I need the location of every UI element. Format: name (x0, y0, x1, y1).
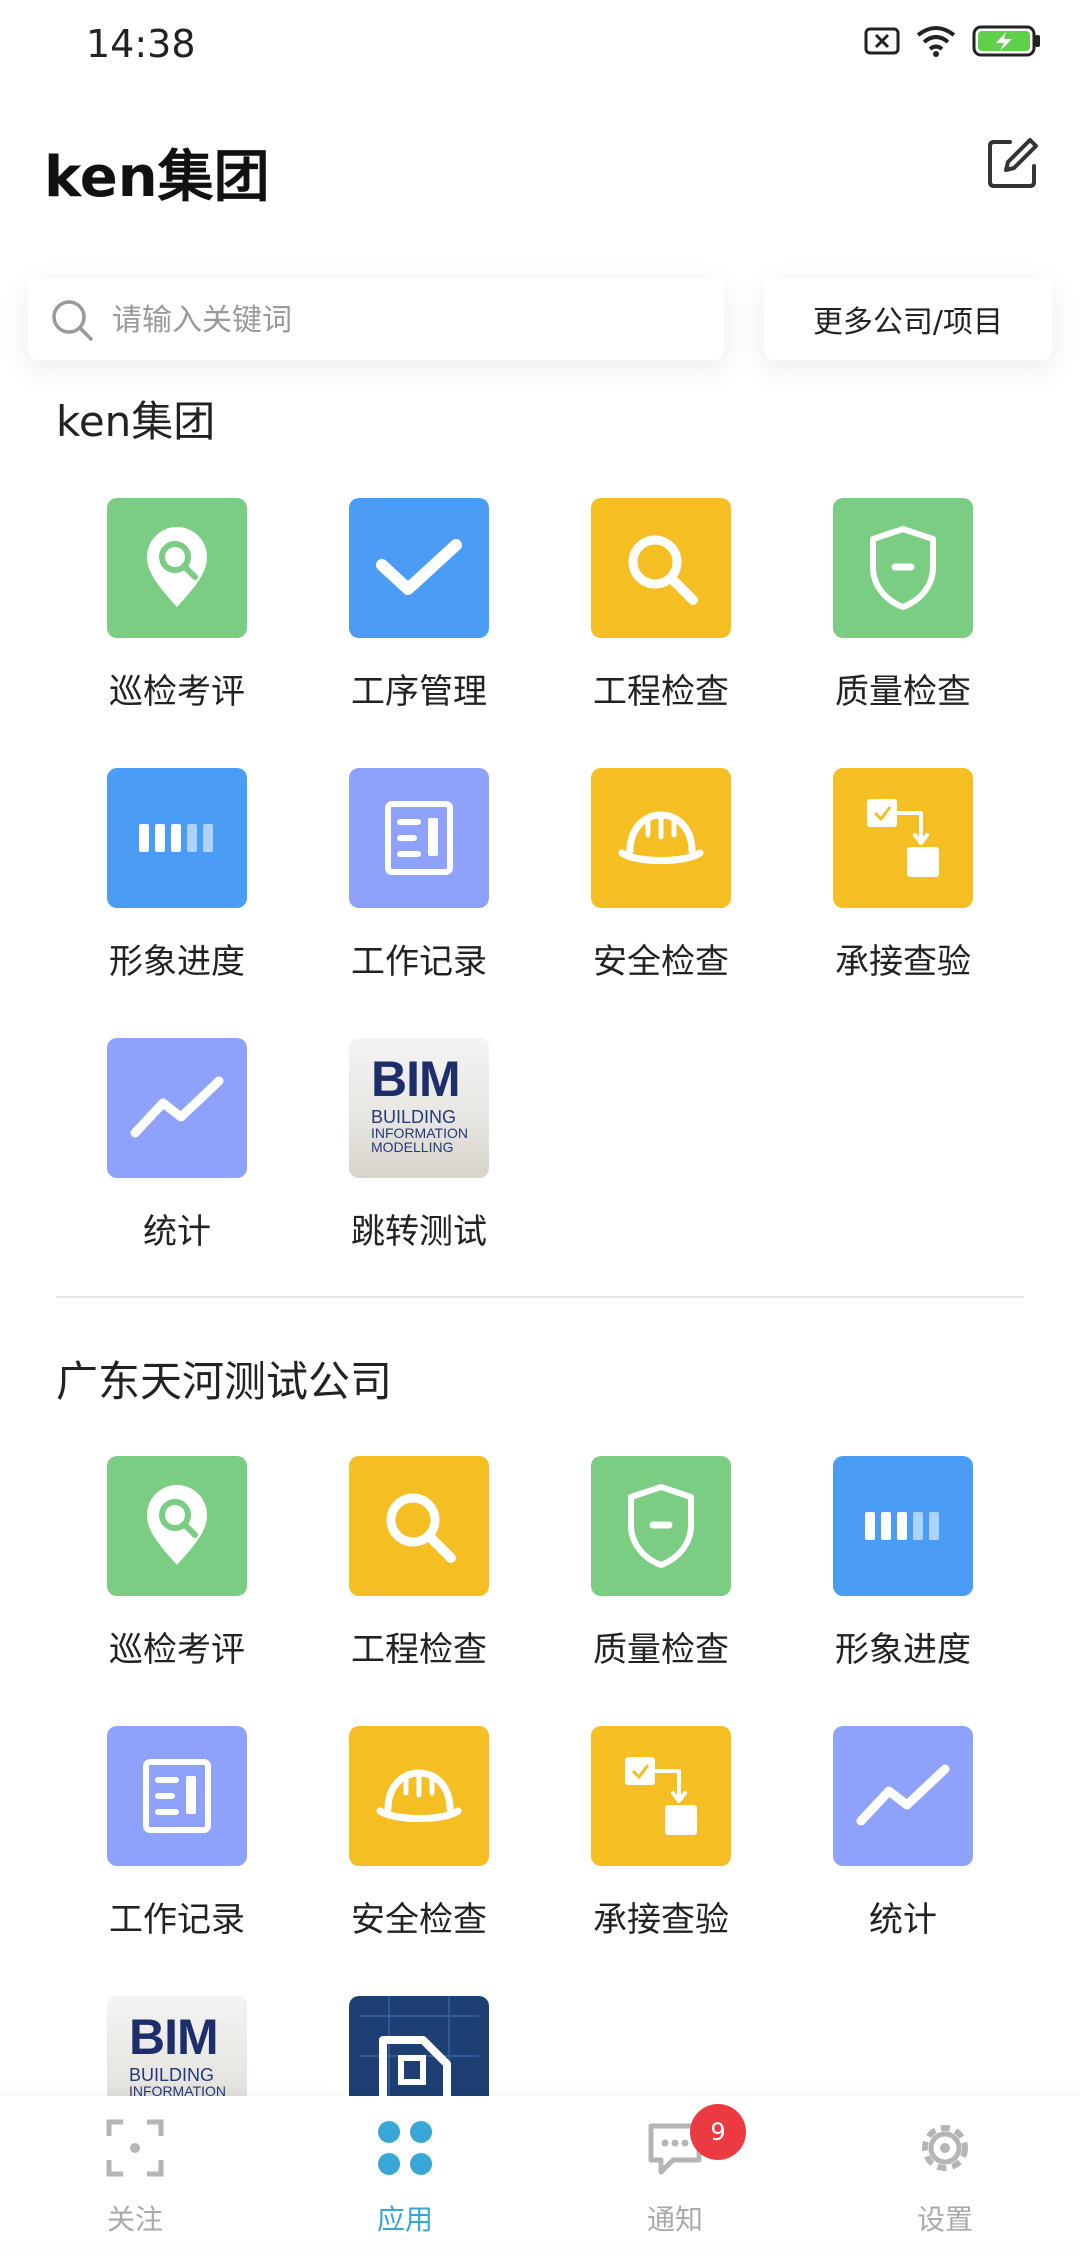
app-label: 形象进度 (109, 942, 245, 982)
notebook-icon (107, 1726, 247, 1866)
shield-icon (833, 498, 973, 638)
bim-title: BIM (371, 1051, 461, 1107)
bim-line1: BUILDING (129, 2065, 215, 2085)
more-companies-button[interactable]: 更多公司/项目 (764, 278, 1052, 360)
helmet-icon (591, 768, 731, 908)
tab-label: 关注 (106, 2203, 163, 2236)
app-label: 质量检查 (835, 672, 971, 712)
app-bar: ken集团 (0, 90, 1080, 240)
section-title: ken集团 (56, 397, 216, 446)
location-pin-icon (107, 1456, 247, 1596)
app-item[interactable]: 质量检查 (540, 1456, 782, 1726)
tab-settings[interactable]: 设置 (810, 2096, 1080, 2244)
status-icons (864, 24, 1042, 58)
bim-title: BIM (129, 2009, 219, 2065)
sim-error-icon (864, 27, 900, 55)
app-item[interactable]: 承接查验 (782, 768, 1024, 1038)
tab-label: 设置 (916, 2203, 973, 2236)
bim-line1: BUILDING (371, 1107, 457, 1127)
focus-icon (105, 2118, 165, 2178)
search-icon (591, 498, 731, 638)
battery-charging-icon (972, 25, 1040, 57)
app-item[interactable]: 安全检查 (298, 1726, 540, 1996)
app-item[interactable]: 巡检考评 (56, 1456, 298, 1726)
app-label: 巡检考评 (109, 672, 245, 712)
notebook-icon (349, 768, 489, 908)
shield-icon (591, 1456, 731, 1596)
app-item[interactable]: 工作记录 (298, 768, 540, 1038)
app-label: 质量检查 (593, 1630, 729, 1670)
search-input[interactable] (110, 278, 704, 362)
search-icon (52, 300, 93, 341)
edit-button[interactable] (984, 134, 1042, 192)
search-row: 更多公司/项目 (0, 278, 1080, 362)
bottom-tab-bar: 关注 应用 9 通知 设置 (0, 2096, 1080, 2244)
wifi-icon (916, 26, 956, 57)
edit-icon (988, 138, 1038, 188)
app-label: 统计 (869, 1900, 937, 1940)
app-item[interactable]: 形象进度 (782, 1456, 1024, 1726)
app-item[interactable]: 工作记录 (56, 1726, 298, 1996)
app-item[interactable]: 质量检查 (782, 498, 1024, 768)
bim-line3: MODELLING (371, 1139, 454, 1155)
app-item[interactable]: 承接查验 (540, 1726, 782, 1996)
app-label: 跳转测试 (351, 1212, 487, 1252)
app-label: 工作记录 (351, 942, 487, 982)
checkmark-icon (349, 498, 489, 638)
search-box[interactable] (28, 278, 724, 362)
flow-icon (591, 1726, 731, 1866)
tab-label: 应用 (376, 2203, 433, 2236)
tab-label: 通知 (646, 2203, 703, 2236)
page-title: ken集团 (44, 145, 270, 210)
progress-bars-icon (833, 1456, 973, 1596)
progress-bars-icon (107, 768, 247, 908)
app-item[interactable]: 工序管理 (298, 498, 540, 768)
tab-follow[interactable]: 关注 (0, 2096, 270, 2244)
app-grid: 巡检考评 工序管理 工程检查 质量检查形象进度 工作记录 安全检查 承接查验统计 BIM BUI… (56, 498, 1024, 1308)
helmet-icon (349, 1726, 489, 1866)
section-title: 广东天河测试公司 (56, 1357, 393, 1406)
app-label: 统计 (143, 1212, 211, 1252)
app-label: 形象进度 (835, 1630, 971, 1670)
bim-image: BIMBUILDINGINFORMATIONMODELLING (349, 1038, 489, 1178)
app-label: 承接查验 (593, 1900, 729, 1940)
app-label: 工作记录 (109, 1900, 245, 1940)
app-item[interactable]: 工程检查 (298, 1456, 540, 1726)
gear-icon (915, 2118, 975, 2178)
search-icon (349, 1456, 489, 1596)
app-label: 工程检查 (351, 1630, 487, 1670)
status-time: 14:38 (86, 22, 196, 66)
app-label: 承接查验 (835, 942, 971, 982)
notification-badge: 9 (690, 2104, 746, 2160)
app-label: 安全检查 (351, 1900, 487, 1940)
flow-icon (833, 768, 973, 908)
app-label: 工序管理 (351, 672, 487, 712)
apps-icon (375, 2118, 435, 2178)
app-item[interactable]: 巡检考评 (56, 498, 298, 768)
app-item[interactable]: 形象进度 (56, 768, 298, 1038)
app-item[interactable]: 安全检查 (540, 768, 782, 1038)
app-label: 巡检考评 (109, 1630, 245, 1670)
app-item[interactable]: 统计 (56, 1038, 298, 1308)
status-bar: 14:38 (0, 0, 1080, 90)
app-label: 安全检查 (593, 942, 729, 982)
location-pin-icon (107, 498, 247, 638)
tab-notifications[interactable]: 9 通知 (540, 2096, 810, 2244)
trend-line-icon (107, 1038, 247, 1178)
section-divider (56, 1296, 1024, 1298)
app-item[interactable]: 工程检查 (540, 498, 782, 768)
trend-line-icon (833, 1726, 973, 1866)
bim-thumbnail: BIMBUILDINGINFORMATIONMODELLING (349, 1038, 489, 1178)
tab-apps[interactable]: 应用 (270, 2096, 540, 2244)
app-label: 工程检查 (593, 672, 729, 712)
app-item[interactable]: BIM BUILDING INFORMATION MODELLING 跳转测试 (298, 1038, 540, 1308)
bim-line2: INFORMATION (371, 1125, 468, 1141)
app-item[interactable]: 统计 (782, 1726, 1024, 1996)
